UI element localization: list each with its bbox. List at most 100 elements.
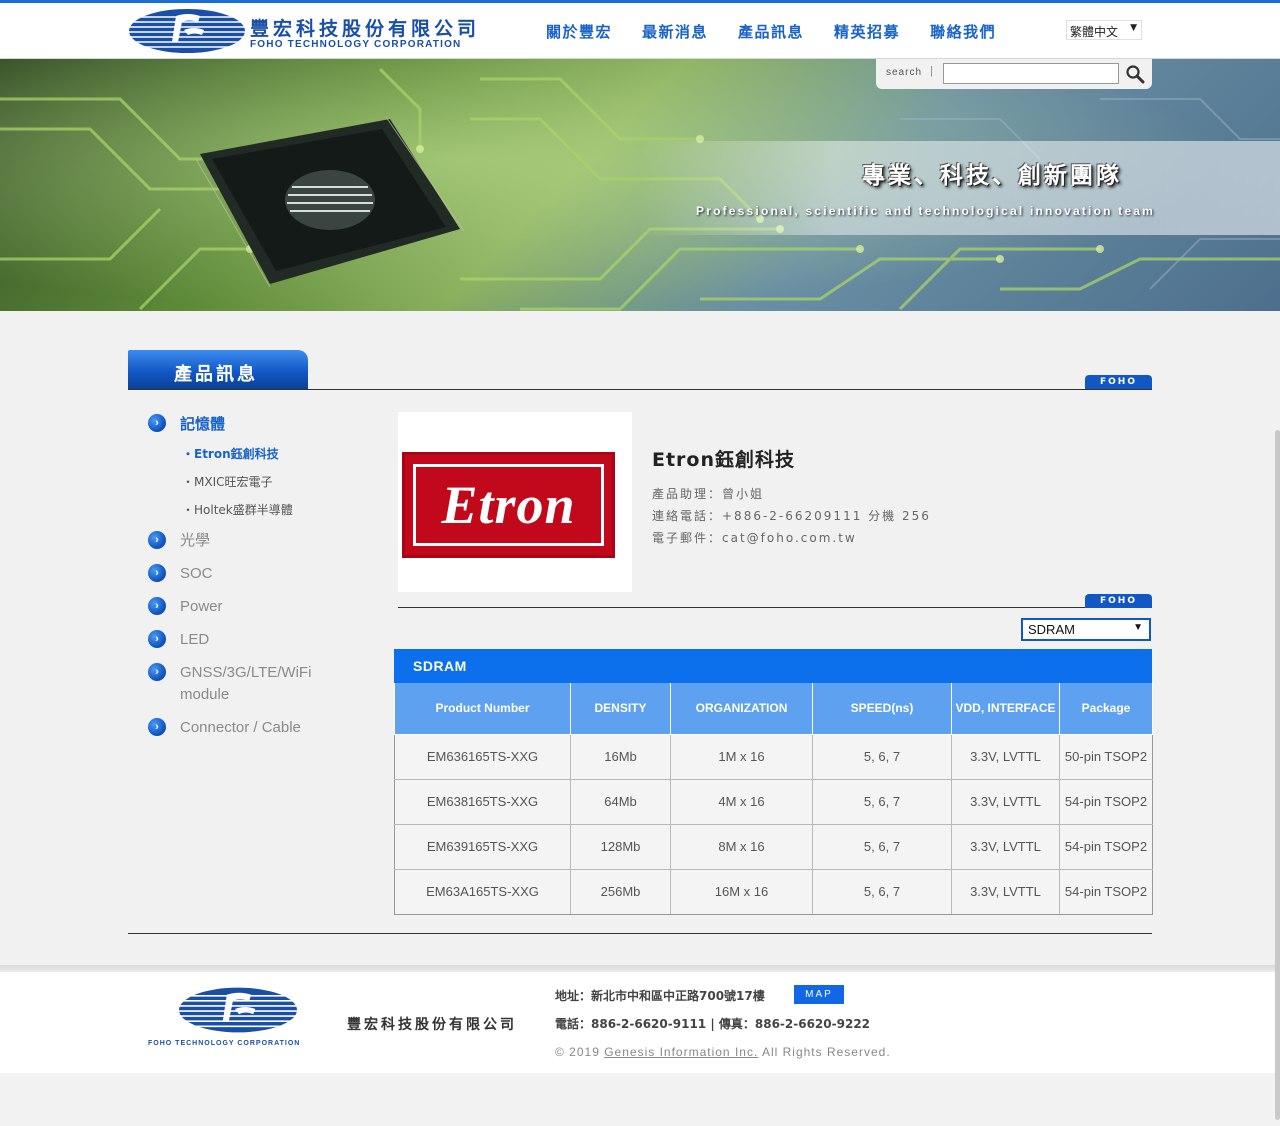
sidebar-item-label: Connector / Cable <box>180 719 301 736</box>
table-cell: 128Mb <box>570 823 671 870</box>
copyright-suffix: All Rights Reserved. <box>761 1045 891 1059</box>
nav-about[interactable]: 關於豐宏 <box>546 21 612 42</box>
sidebar-subitem-mxic[interactable]: ・MXIC旺宏電子 <box>182 473 273 490</box>
sidebar-subitem-etron[interactable]: ・Etron鈺創科技 <box>182 445 279 462</box>
foho-tag-top: FOHO <box>1085 375 1152 389</box>
language-select[interactable]: 繁體中文 ▼ <box>1066 20 1142 40</box>
sidebar-item-label: 光學 <box>180 532 211 549</box>
foho-logo-icon[interactable] <box>128 8 246 54</box>
sidebar-item-label: Power <box>180 598 223 615</box>
chevron-right-icon: › <box>148 663 166 681</box>
brand-name-zh: 豐宏科技股份有限公司 <box>250 18 481 40</box>
sidebar-subitem-holtek[interactable]: ・Holtek盛群半導體 <box>182 501 293 518</box>
search-separator: | <box>930 65 933 77</box>
sidebar-item-led[interactable]: › LED <box>148 629 330 651</box>
nav-careers[interactable]: 精英招募 <box>834 21 900 42</box>
table-cell: 1M x 16 <box>670 733 813 780</box>
sidebar-item-power[interactable]: › Power <box>148 596 330 618</box>
table-cell: 16Mb <box>570 733 671 780</box>
etron-logo-frame: Etron <box>413 464 604 546</box>
footer-logo-text: FOHO TECHNOLOGY CORPORATION <box>148 1040 301 1047</box>
scrollbar[interactable] <box>1275 430 1280 1120</box>
vendor-name: Etron鈺創科技 <box>652 449 796 471</box>
column-header: SPEED(ns) <box>812 683 952 735</box>
genesis-link[interactable]: Genesis Information Inc. <box>604 1045 758 1059</box>
column-header: VDD, INTERFACE <box>951 683 1060 735</box>
chevron-right-icon: › <box>148 414 166 432</box>
search-input[interactable] <box>943 63 1119 84</box>
slogan-zh: 專業、科技、創新團隊 <box>862 163 1122 189</box>
product-table: SDRAM Product Number DENSITY ORGANIZATIO… <box>394 649 1153 915</box>
bottom-divider <box>128 933 1152 934</box>
table-cell: EM63A165TS-XXG <box>394 868 571 915</box>
site-header: 豐宏科技股份有限公司 FOHO TECHNOLOGY CORPORATION 關… <box>0 3 1280 59</box>
table-row: EM639165TS-XXG 128Mb 8M x 16 5, 6, 7 3.3… <box>394 823 1153 870</box>
chevron-down-icon: ▼ <box>1130 23 1137 33</box>
vendor-logo-card: Etron <box>398 412 632 592</box>
column-header: Product Number <box>394 683 571 735</box>
search-label: search <box>886 67 923 78</box>
sidebar-item-gnss[interactable]: › GNSS/3G/LTE/WiFi module <box>148 662 330 706</box>
section-divider <box>128 389 1152 390</box>
footer-address: 地址：新北市中和區中正路700號17樓 <box>555 989 765 1003</box>
vendor-phone: 連絡電話：+886-2-66209111 分機 256 <box>652 509 931 523</box>
table-cell: 3.3V, LVTTL <box>951 778 1060 825</box>
map-button[interactable]: MAP <box>794 985 844 1004</box>
chevron-down-icon: ▼ <box>1133 622 1143 633</box>
main-nav: 關於豐宏 最新消息 產品訊息 精英招募 聯絡我們 <box>546 21 1026 42</box>
sidebar-item-label: SOC <box>180 565 213 582</box>
category-select[interactable]: SDRAM ▼ <box>1021 618 1151 641</box>
sidebar-item-label: 記憶體 <box>180 415 226 433</box>
content-divider <box>398 607 1152 608</box>
table-cell: 8M x 16 <box>670 823 813 870</box>
column-header: Package <box>1059 683 1153 735</box>
table-row: EM638165TS-XXG 64Mb 4M x 16 5, 6, 7 3.3V… <box>394 778 1153 825</box>
foho-tag-content: FOHO <box>1085 594 1152 608</box>
slogan-en: Professional, scientific and technologic… <box>696 204 1156 218</box>
sidebar-item-label: GNSS/3G/LTE/WiFi module <box>180 664 312 703</box>
table-cell: 3.3V, LVTTL <box>951 733 1060 780</box>
table-cell: 5, 6, 7 <box>812 823 952 870</box>
brand-name-en: FOHO TECHNOLOGY CORPORATION <box>250 39 462 50</box>
sidebar-item-memory[interactable]: › 記憶體 <box>148 413 330 435</box>
vendor-email: 電子郵件：cat@foho.com.tw <box>652 531 857 545</box>
chevron-right-icon: › <box>148 531 166 549</box>
section-title: 產品訊息 <box>174 364 258 385</box>
sidebar-item-soc[interactable]: › SOC <box>148 563 330 585</box>
sidebar-item-optics[interactable]: › 光學 <box>148 530 330 552</box>
chevron-right-icon: › <box>148 564 166 582</box>
hero-banner: search | 專業、科技、創新團隊 Professional, scient… <box>0 59 1280 311</box>
nav-news[interactable]: 最新消息 <box>642 21 708 42</box>
foho-logo-icon <box>179 987 297 1033</box>
nav-products[interactable]: 產品訊息 <box>738 21 804 42</box>
table-header-row: Product Number DENSITY ORGANIZATION SPEE… <box>394 683 1153 735</box>
footer-brand: 豐宏科技股份有限公司 <box>347 1017 517 1033</box>
etron-logo: Etron <box>402 452 615 558</box>
copyright: © 2019 Genesis Information Inc. All Righ… <box>555 1045 891 1059</box>
table-cell: EM639165TS-XXG <box>394 823 571 870</box>
chevron-right-icon: › <box>148 597 166 615</box>
sidebar-item-label: LED <box>180 631 210 648</box>
category-select-value: SDRAM <box>1028 622 1075 637</box>
table-cell: 5, 6, 7 <box>812 778 952 825</box>
nav-contact[interactable]: 聯絡我們 <box>930 21 996 42</box>
table-row: EM63A165TS-XXG 256Mb 16M x 16 5, 6, 7 3.… <box>394 868 1153 915</box>
copyright-prefix: © 2019 <box>555 1045 600 1059</box>
search-icon[interactable] <box>1124 63 1146 85</box>
table-cell: 256Mb <box>570 868 671 915</box>
search-bar: search | <box>876 59 1152 89</box>
site-footer: FOHO TECHNOLOGY CORPORATION 豐宏科技股份有限公司 地… <box>0 972 1280 1073</box>
table-cell: EM638165TS-XXG <box>394 778 571 825</box>
chevron-right-icon: › <box>148 630 166 648</box>
page-bottom <box>0 1073 1280 1126</box>
table-cell: 54-pin TSOP2 <box>1059 868 1153 915</box>
table-cell: 64Mb <box>570 778 671 825</box>
sidebar-item-connector[interactable]: › Connector / Cable <box>148 717 330 739</box>
table-cell: 5, 6, 7 <box>812 868 952 915</box>
table-cell: 3.3V, LVTTL <box>951 823 1060 870</box>
chevron-right-icon: › <box>148 718 166 736</box>
etron-logo-text: Etron <box>441 475 576 535</box>
column-header: DENSITY <box>570 683 671 735</box>
table-cell: 4M x 16 <box>670 778 813 825</box>
table-title: SDRAM <box>394 649 1152 683</box>
